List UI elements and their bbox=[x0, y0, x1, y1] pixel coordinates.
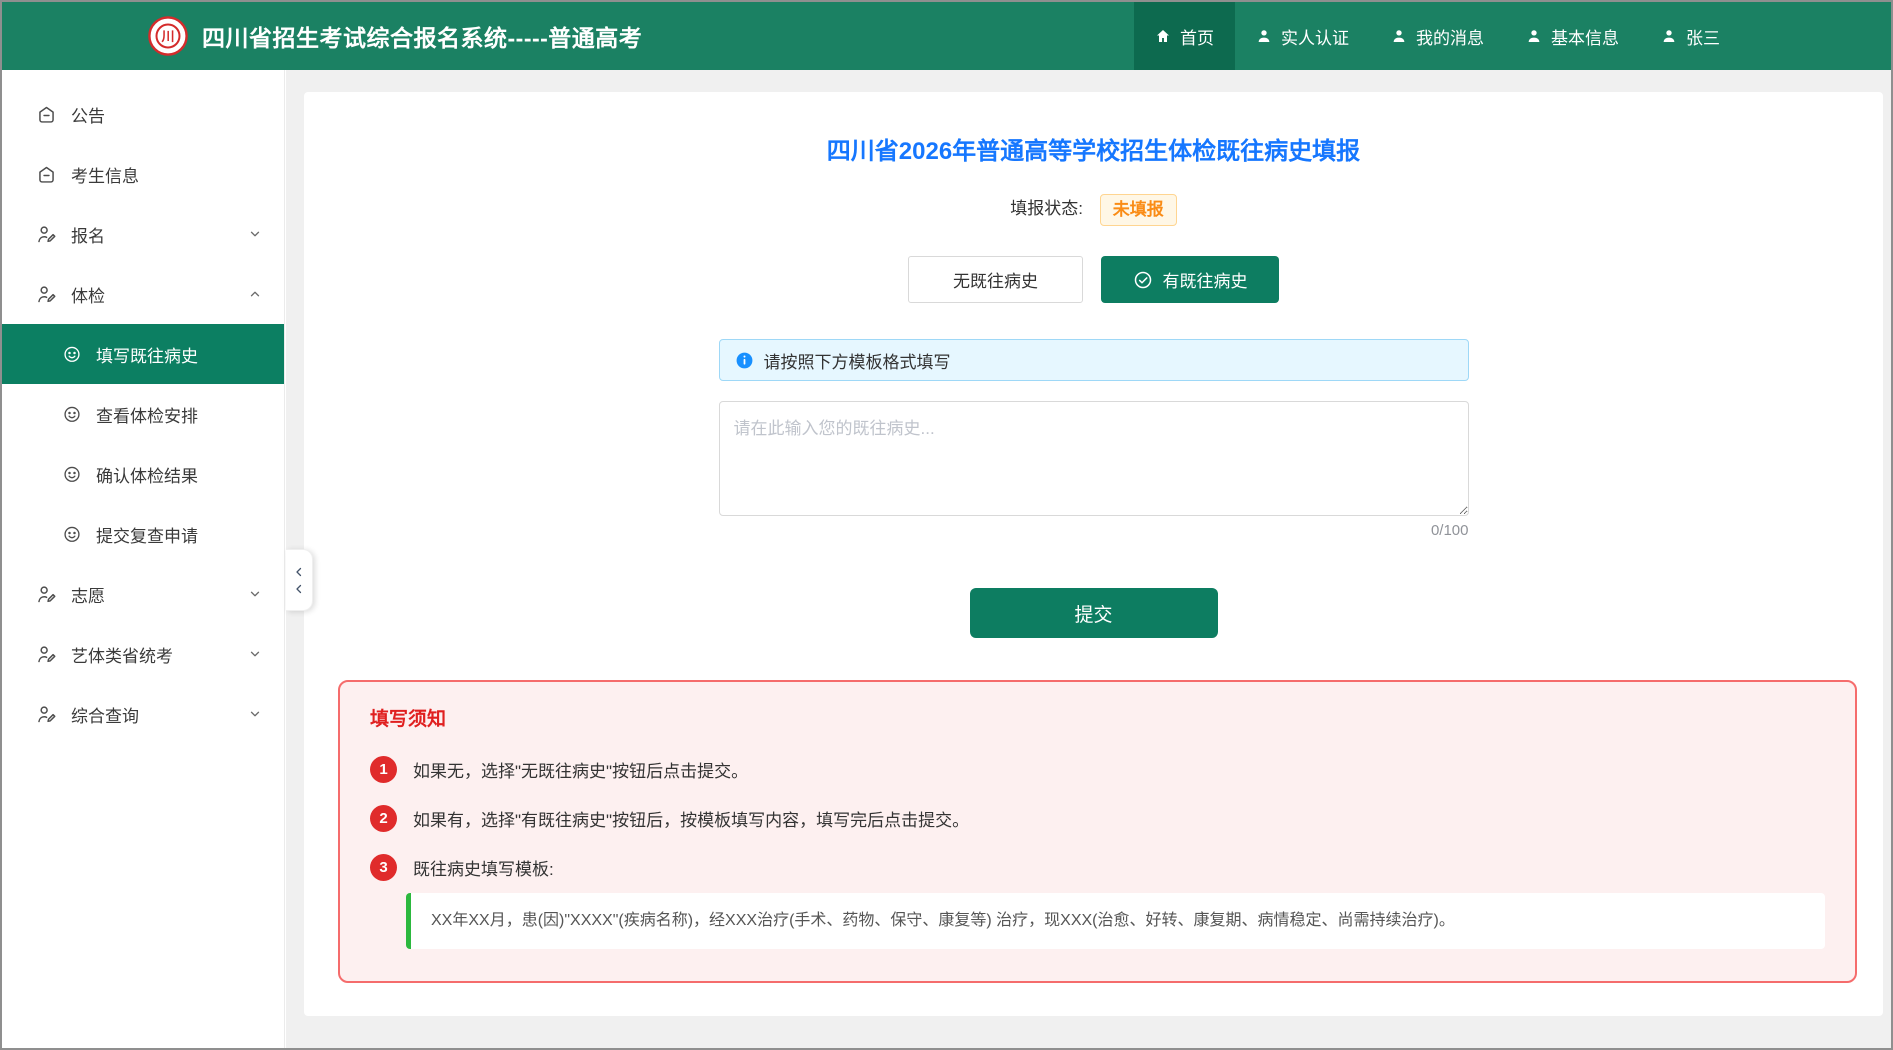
user-icon bbox=[1661, 28, 1677, 44]
sidebar-item-comprehensive-query[interactable]: 综合查询 bbox=[2, 684, 284, 744]
face-icon bbox=[62, 464, 82, 484]
notice-box: 填写须知 1 如果无，选择"无既往病史"按钮后点击提交。 2 如果有，选择"有既往病史… bbox=[338, 680, 1857, 983]
submit-button[interactable]: 提交 bbox=[970, 588, 1218, 638]
face-icon bbox=[62, 404, 82, 424]
check-circle-icon bbox=[1133, 270, 1153, 290]
notice-item-1: 1 如果无，选择"无既往病史"按钮后点击提交。 bbox=[370, 756, 1825, 783]
sidebar-collapse-handle[interactable] bbox=[286, 549, 313, 611]
no-history-button[interactable]: 无既往病史 bbox=[908, 256, 1083, 303]
user-icon bbox=[1391, 28, 1407, 44]
chevron-left-icon bbox=[293, 583, 305, 595]
sidebar-item-registration[interactable]: 报名 bbox=[2, 204, 284, 264]
user-edit-icon bbox=[36, 284, 57, 305]
app-title: 四川省招生考试综合报名系统-----普通高考 bbox=[202, 19, 642, 53]
user-edit-icon bbox=[36, 224, 57, 245]
sidebar-item-label: 艺体类省统考 bbox=[71, 642, 173, 667]
nav-item-label: 张三 bbox=[1686, 24, 1720, 49]
sidebar-item-label: 报名 bbox=[71, 222, 105, 247]
chevron-up-icon bbox=[248, 287, 262, 301]
sidebar-item-label: 公告 bbox=[71, 102, 105, 127]
nav-item-label: 实人认证 bbox=[1281, 24, 1349, 49]
page: 川 四川省招生考试综合报名系统-----普通高考 首页 实人认证 我的消息 基本信息 张… bbox=[0, 0, 1893, 1050]
notice-item-text: 如果有，选择"有既往病史"按钮后，按模板填写内容，填写完后点击提交。 bbox=[413, 806, 969, 831]
content-card: 四川省2026年普通高等学校招生体检既往病史填报 填报状态: 未填报 无既往病史… bbox=[304, 92, 1883, 1016]
nav-item-home[interactable]: 首页 bbox=[1134, 2, 1235, 70]
main-area: 四川省2026年普通高等学校招生体检既往病史填报 填报状态: 未填报 无既往病史… bbox=[286, 70, 1891, 1048]
nav-item-basic-info[interactable]: 基本信息 bbox=[1505, 2, 1640, 70]
sidebar-item-fill-medical-history[interactable]: 填写既往病史 bbox=[2, 324, 284, 384]
chevron-down-icon bbox=[248, 587, 262, 601]
nav-item-real-person-auth[interactable]: 实人认证 bbox=[1235, 2, 1370, 70]
notice-item-3: 3 既往病史填写模板: bbox=[370, 854, 1825, 881]
sidebar-item-label: 确认体检结果 bbox=[96, 462, 198, 487]
chevron-down-icon bbox=[248, 647, 262, 661]
notice-item-number: 1 bbox=[370, 756, 397, 783]
history-input-area: 0/100 bbox=[719, 401, 1469, 540]
sidebar-item-physical-exam[interactable]: 体检 bbox=[2, 264, 284, 324]
notice-item-number: 2 bbox=[370, 805, 397, 832]
user-icon bbox=[1526, 28, 1542, 44]
sidebar-item-label: 志愿 bbox=[71, 582, 105, 607]
brand: 川 四川省招生考试综合报名系统-----普通高考 bbox=[2, 16, 642, 56]
char-counter: 0/100 bbox=[719, 522, 1469, 540]
app-header: 川 四川省招生考试综合报名系统-----普通高考 首页 实人认证 我的消息 基本信息 张… bbox=[2, 2, 1891, 70]
sidebar-item-label: 提交复查申请 bbox=[96, 522, 198, 547]
sidebar-item-submit-recheck-request[interactable]: 提交复查申请 bbox=[2, 504, 284, 564]
svg-text:川: 川 bbox=[160, 29, 174, 44]
info-icon bbox=[735, 351, 754, 370]
user-edit-icon bbox=[36, 644, 57, 665]
sidebar-item-art-sports-exam[interactable]: 艺体类省统考 bbox=[2, 624, 284, 684]
user-edit-icon bbox=[36, 704, 57, 725]
sidebar-item-label: 体检 bbox=[71, 282, 105, 307]
status-label: 填报状态: bbox=[1010, 199, 1083, 218]
face-icon bbox=[62, 524, 82, 544]
notice-title: 填写须知 bbox=[370, 708, 1825, 732]
status-badge: 未填报 bbox=[1100, 194, 1177, 226]
sidebar-item-confirm-exam-result[interactable]: 确认体检结果 bbox=[2, 444, 284, 504]
board-icon bbox=[36, 104, 57, 125]
history-choice-row: 无既往病史 有既往病史 bbox=[304, 256, 1883, 303]
face-icon bbox=[62, 344, 82, 364]
template-text: XX年XX月，患(因)"XXXX"(疾病名称)，经XXX治疗(手术、药物、保守、… bbox=[431, 912, 1455, 929]
page-title: 四川省2026年普通高等学校招生体检既往病史填报 bbox=[304, 138, 1883, 166]
sidebar-item-label: 填写既往病史 bbox=[96, 342, 198, 367]
sidebar-item-candidate-info[interactable]: 考生信息 bbox=[2, 144, 284, 204]
sidebar-item-label: 考生信息 bbox=[71, 162, 139, 187]
notice-item-number: 3 bbox=[370, 854, 397, 881]
template-box: XX年XX月，患(因)"XXXX"(疾病名称)，经XXX治疗(手术、药物、保守、… bbox=[406, 893, 1825, 949]
user-edit-icon bbox=[36, 584, 57, 605]
notice-item-text: 如果无，选择"无既往病史"按钮后点击提交。 bbox=[413, 757, 748, 782]
chevron-down-icon bbox=[248, 227, 262, 241]
nav-item-user-zhangsan[interactable]: 张三 bbox=[1640, 2, 1741, 70]
status-row: 填报状态: 未填报 bbox=[304, 192, 1883, 226]
sidebar-item-volunteer[interactable]: 志愿 bbox=[2, 564, 284, 624]
home-icon bbox=[1155, 28, 1171, 44]
chevron-left-icon bbox=[293, 566, 305, 578]
notice-items: 1 如果无，选择"无既往病史"按钮后点击提交。 2 如果有，选择"有既往病史"按钮后，… bbox=[370, 756, 1825, 881]
notice-item-2: 2 如果有，选择"有既往病史"按钮后，按模板填写内容，填写完后点击提交。 bbox=[370, 805, 1825, 832]
has-history-button-label: 有既往病史 bbox=[1163, 267, 1248, 292]
nav-item-label: 我的消息 bbox=[1416, 24, 1484, 49]
template-hint-text: 请按照下方模板格式填写 bbox=[764, 348, 951, 373]
sidebar-item-label: 综合查询 bbox=[71, 702, 139, 727]
nav-item-my-messages[interactable]: 我的消息 bbox=[1370, 2, 1505, 70]
chevron-down-icon bbox=[248, 707, 262, 721]
sidebar: 公告考生信息报名体检填写既往病史查看体检安排确认体检结果提交复查申请志愿艺体类省… bbox=[2, 70, 285, 1048]
nav-item-label: 首页 bbox=[1180, 24, 1214, 49]
sidebar-item-view-exam-schedule[interactable]: 查看体检安排 bbox=[2, 384, 284, 444]
sidebar-item-announcements[interactable]: 公告 bbox=[2, 84, 284, 144]
notice-item-text: 既往病史填写模板: bbox=[413, 855, 554, 880]
top-nav: 首页 实人认证 我的消息 基本信息 张三 bbox=[1134, 2, 1741, 70]
has-history-button[interactable]: 有既往病史 bbox=[1101, 256, 1279, 303]
history-textarea[interactable] bbox=[719, 401, 1469, 516]
template-hint-alert: 请按照下方模板格式填写 bbox=[719, 339, 1469, 381]
board-icon bbox=[36, 164, 57, 185]
sidebar-item-label: 查看体检安排 bbox=[96, 402, 198, 427]
app-logo-icon: 川 bbox=[148, 16, 188, 56]
user-icon bbox=[1256, 28, 1272, 44]
nav-item-label: 基本信息 bbox=[1551, 24, 1619, 49]
